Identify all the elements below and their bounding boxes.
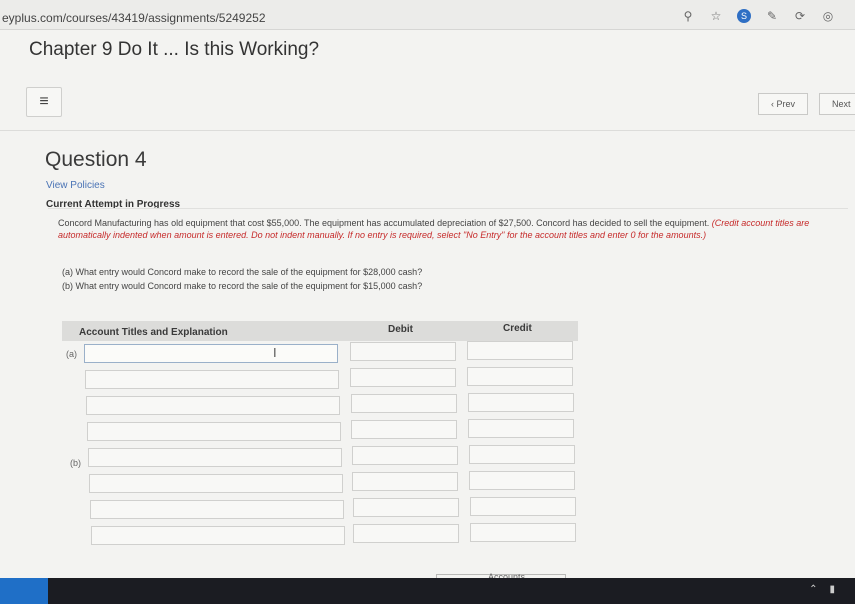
account-input-b4[interactable] (91, 526, 345, 545)
text-cursor-icon: I (273, 345, 277, 360)
header-account-titles: Account Titles and Explanation (79, 327, 228, 338)
credit-input-a2[interactable] (467, 367, 573, 386)
battery-icon[interactable]: ▮ (829, 584, 835, 595)
menu-button[interactable]: ≡ (26, 87, 62, 117)
problem-statement: Concord Manufacturing has old equipment … (58, 217, 848, 241)
problem-text: Concord Manufacturing has old equipment … (58, 218, 712, 228)
credit-input-a4[interactable] (468, 419, 574, 438)
view-policies-link[interactable]: View Policies (46, 180, 105, 191)
profile-icon[interactable]: ◎ (821, 9, 835, 23)
credit-input-b4[interactable] (470, 523, 576, 542)
prev-button[interactable]: ‹ Prev (758, 93, 808, 115)
account-input-a4[interactable] (87, 422, 341, 441)
debit-input-a3[interactable] (351, 394, 457, 413)
header-credit: Credit (503, 323, 532, 334)
debit-input-b3[interactable] (353, 498, 459, 517)
extension-icon[interactable]: S (737, 9, 751, 23)
search-icon[interactable]: ⚲ (681, 9, 695, 23)
problem-section: Concord Manufacturing has old equipment … (48, 208, 848, 308)
debit-input-b1[interactable] (352, 446, 458, 465)
hamburger-icon: ≡ (39, 93, 49, 110)
credit-input-a3[interactable] (468, 393, 574, 412)
next-button[interactable]: Next (819, 93, 855, 115)
chapter-title: Chapter 9 Do It ... Is this Working? (29, 39, 320, 60)
credit-input-b3[interactable] (470, 497, 576, 516)
debit-input-a1[interactable] (350, 342, 456, 361)
credit-input-b1[interactable] (469, 445, 575, 464)
system-tray: ⌃ ▮ (809, 584, 835, 595)
journal-table-header: Account Titles and Explanation Debit Cre… (62, 321, 578, 341)
debit-input-a2[interactable] (350, 368, 456, 387)
url-field[interactable]: eyplus.com/courses/43419/assignments/524… (2, 11, 266, 25)
assignment-page: Chapter 9 Do It ... Is this Working? ≡ ‹… (0, 30, 855, 578)
browser-bar: eyplus.com/courses/43419/assignments/524… (0, 0, 855, 30)
row-label-a: (a) (66, 349, 77, 359)
debit-input-a4[interactable] (351, 420, 457, 439)
accounts-tab-label: Accounts (488, 572, 526, 578)
browser-toolbar-icons: ⚲ ☆ S ✎ ⟳ ◎ (681, 9, 835, 23)
debit-input-b4[interactable] (353, 524, 459, 543)
os-taskbar: ⌃ ▮ (0, 578, 855, 604)
refresh-icon[interactable]: ⟳ (793, 9, 807, 23)
account-input-a3[interactable] (86, 396, 340, 415)
header-divider (0, 130, 855, 131)
question-title: Question 4 (45, 148, 147, 171)
account-input-a2[interactable] (85, 370, 339, 389)
credit-input-a1[interactable] (467, 341, 573, 360)
header-debit: Debit (388, 324, 413, 335)
debit-input-b2[interactable] (352, 472, 458, 491)
star-icon[interactable]: ☆ (709, 9, 723, 23)
part-b-question: (b) What entry would Concord make to rec… (62, 281, 423, 291)
account-input-b3[interactable] (90, 500, 344, 519)
chevron-up-icon[interactable]: ⌃ (809, 584, 817, 595)
pen-icon[interactable]: ✎ (765, 9, 779, 23)
row-label-b: (b) (70, 458, 81, 468)
account-input-b1[interactable] (88, 448, 342, 467)
account-input-a1[interactable] (84, 344, 338, 363)
part-a-question: (a) What entry would Concord make to rec… (62, 267, 423, 277)
credit-input-b2[interactable] (469, 471, 575, 490)
account-input-b2[interactable] (89, 474, 343, 493)
start-button[interactable] (0, 578, 48, 604)
